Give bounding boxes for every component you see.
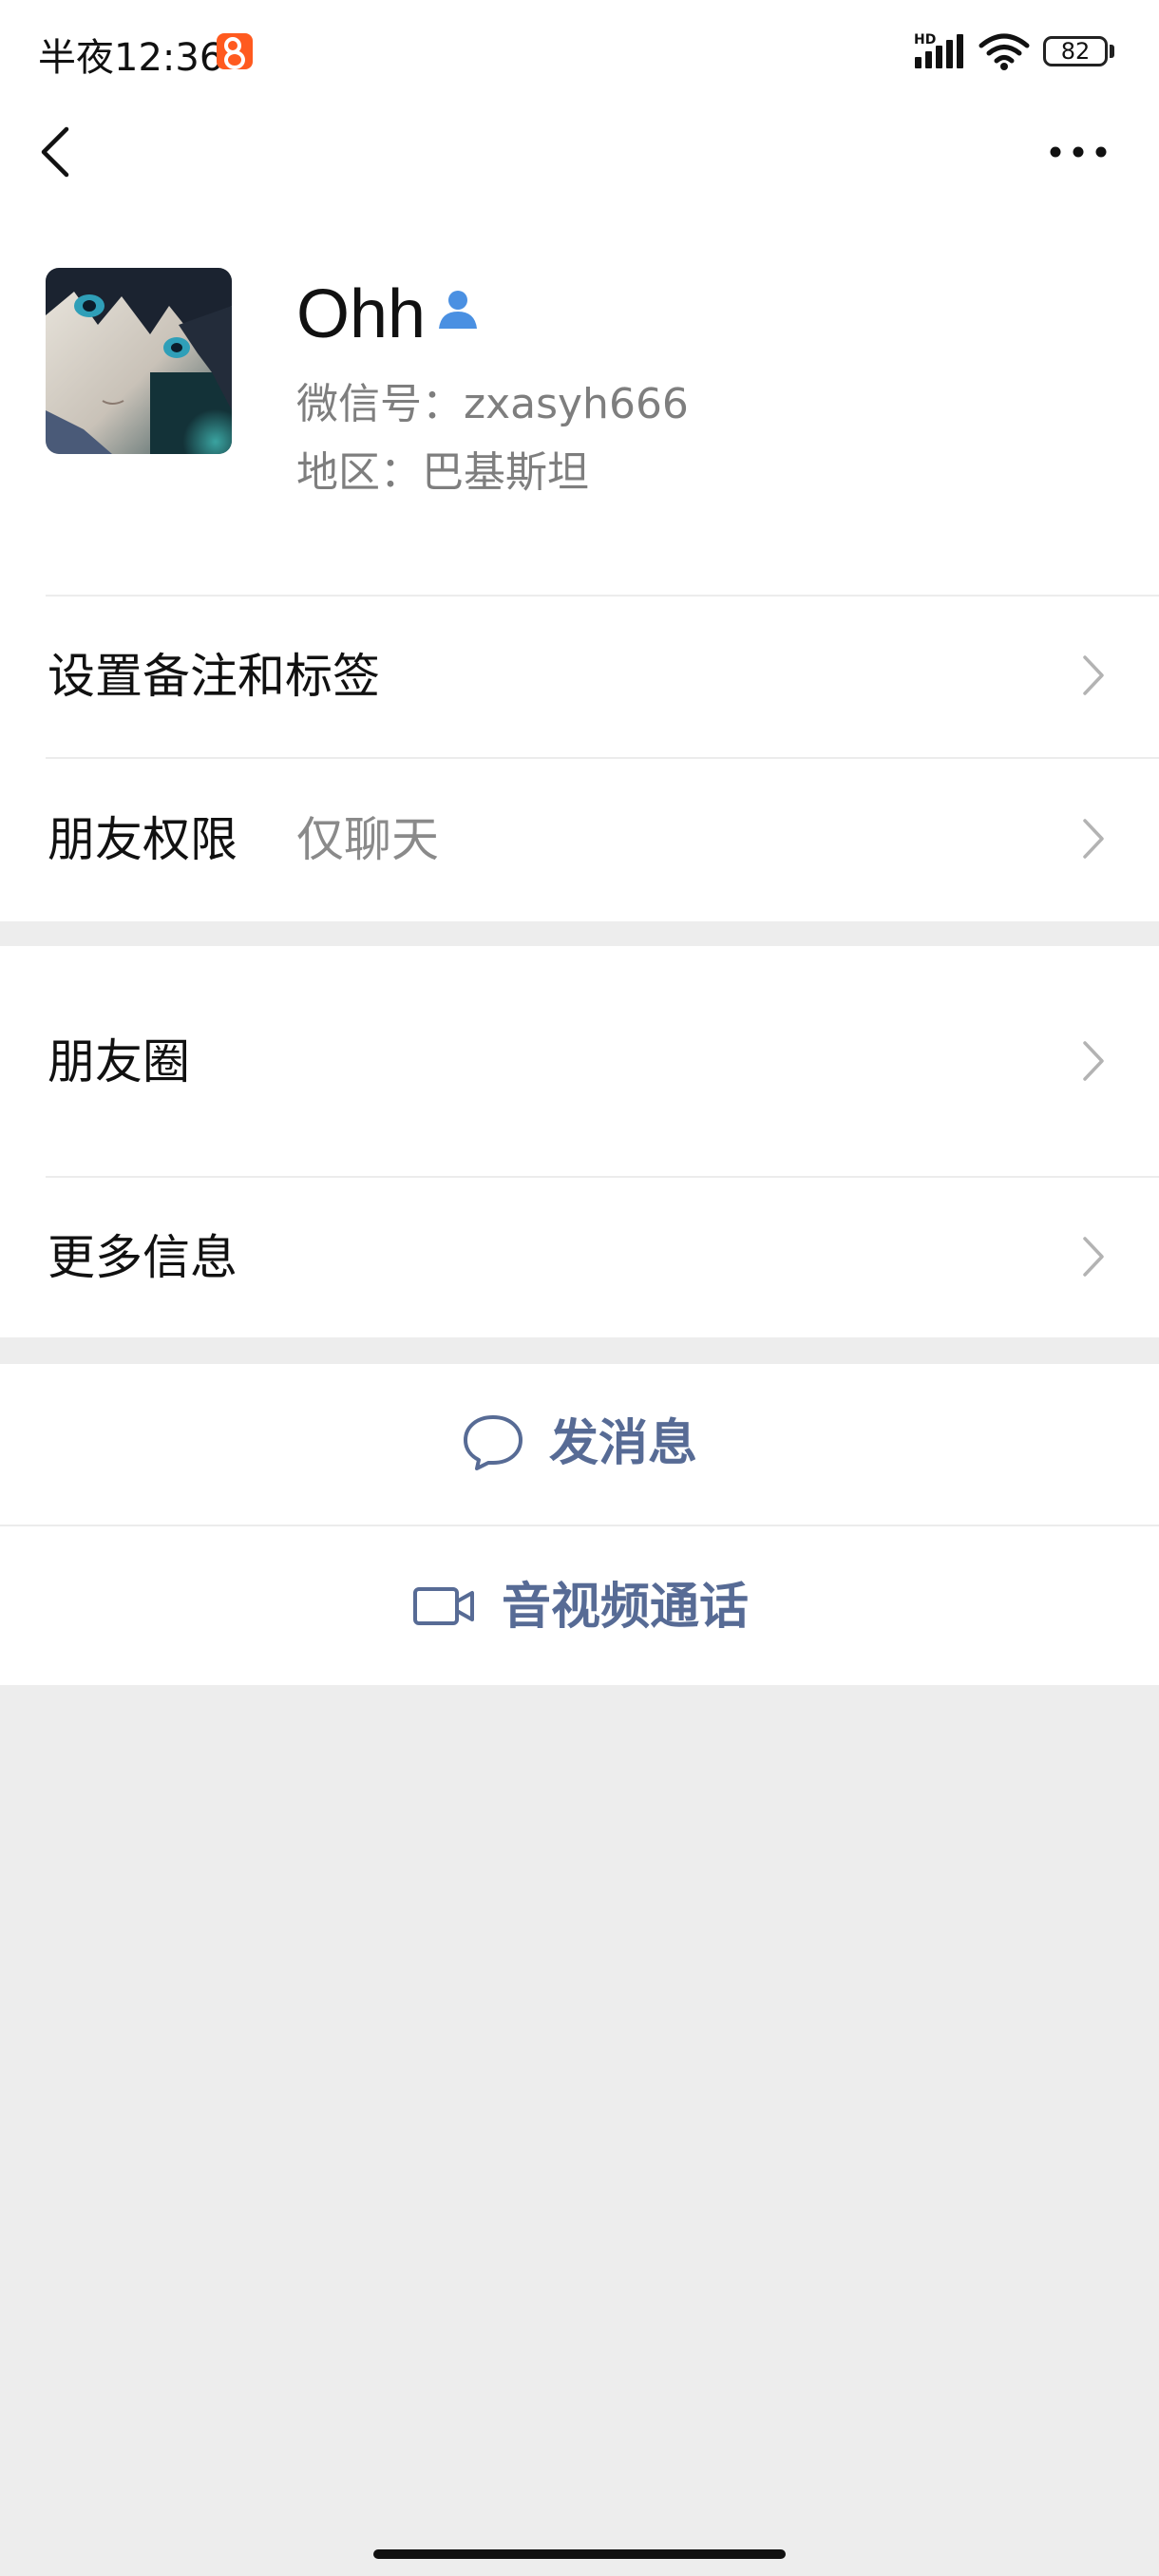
divider xyxy=(46,757,1159,759)
contact-person-icon xyxy=(439,291,477,329)
battery-indicator: 82 xyxy=(1043,36,1108,66)
friend-permissions-value: 仅聊天 xyxy=(296,812,439,867)
battery-tip xyxy=(1110,45,1114,58)
divider xyxy=(46,595,1159,597)
chevron-right-icon xyxy=(1083,1041,1104,1081)
back-arrow-icon[interactable] xyxy=(34,123,82,180)
divider xyxy=(0,1525,1159,1526)
chat-bubble-icon xyxy=(464,1415,522,1470)
video-camera-icon xyxy=(413,1587,474,1625)
more-options-icon[interactable] xyxy=(1045,138,1112,166)
home-indicator[interactable] xyxy=(373,2549,786,2559)
avatar[interactable] xyxy=(46,268,232,454)
wechat-id: 微信号：zxasyh666 xyxy=(296,380,689,428)
status-time: 半夜12:36 xyxy=(38,36,224,80)
region: 地区：巴基斯坦 xyxy=(296,448,589,497)
more-info-label: 更多信息 xyxy=(48,1230,238,1285)
divider xyxy=(46,1176,1159,1178)
video-call-label: 音视频通话 xyxy=(502,1579,750,1636)
chevron-right-icon xyxy=(1083,655,1104,695)
app-notification-icon xyxy=(217,33,253,69)
friend-permissions-label: 朋友权限 xyxy=(48,812,238,867)
contact-name: Ohh xyxy=(296,276,427,352)
moments-label: 朋友圈 xyxy=(48,1034,190,1089)
send-message-label: 发消息 xyxy=(549,1415,698,1472)
remark-and-tags-label: 设置备注和标签 xyxy=(48,649,380,704)
wifi-icon xyxy=(978,33,1030,70)
chevron-right-icon xyxy=(1083,1237,1104,1277)
hd-label: HD xyxy=(914,32,937,47)
chevron-right-icon xyxy=(1083,819,1104,859)
